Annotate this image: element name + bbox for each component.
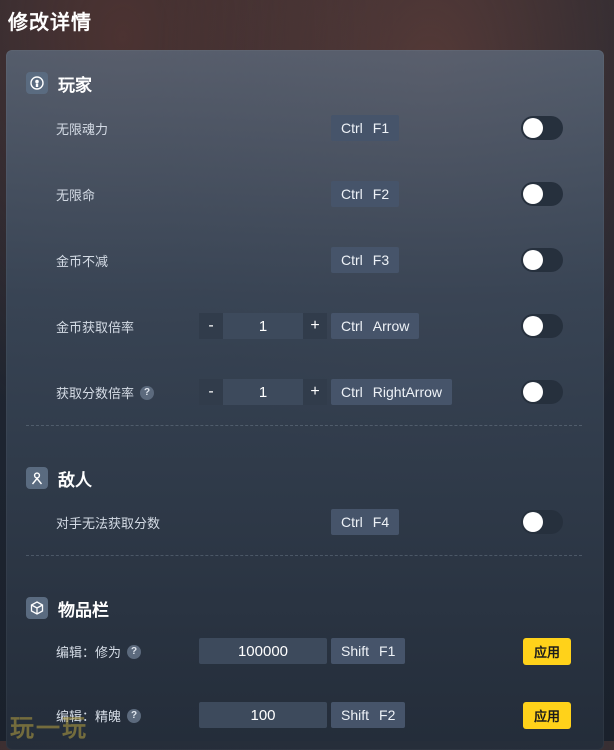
hotkey-badge[interactable]: Ctrl RightArrow bbox=[331, 379, 453, 405]
toggle-switch[interactable] bbox=[521, 116, 563, 140]
section-header-player: 玩家 bbox=[26, 71, 92, 95]
toggle-knob bbox=[523, 184, 543, 204]
toggle-knob bbox=[523, 118, 543, 138]
row-label-text: 编辑：修为 bbox=[56, 645, 122, 660]
hotkey-key: F3 bbox=[372, 252, 390, 268]
row-label: 无限魂力 bbox=[56, 122, 109, 137]
hotkey-modifier: Ctrl bbox=[341, 120, 363, 136]
hotkey-badge[interactable]: Ctrl F3 bbox=[331, 247, 400, 273]
hotkey-modifier: Shift bbox=[341, 643, 370, 659]
row-label: 对手无法获取分数 bbox=[56, 516, 161, 531]
details-panel: 玩家 无限魂力 Ctrl F1 无限命 Ctrl F2 金币不减 Ctrl F3… bbox=[6, 50, 604, 750]
toggle-knob bbox=[523, 512, 543, 532]
toggle-switch[interactable] bbox=[521, 510, 563, 534]
hotkey-badge[interactable]: Shift F2 bbox=[331, 702, 406, 728]
hotkey-badge[interactable]: Shift F1 bbox=[331, 638, 406, 664]
cheat-row-gold-no-decrease: 金币不减 Ctrl F3 bbox=[6, 247, 604, 273]
hotkey-modifier: Ctrl bbox=[341, 514, 363, 530]
toggle-knob bbox=[523, 382, 543, 402]
hotkey-key: F4 bbox=[372, 514, 390, 530]
edit-row-essence: 编辑：精魄 ? 100 Shift F2 应用 bbox=[6, 702, 604, 729]
hotkey-modifier: Shift bbox=[341, 707, 370, 723]
row-label: 金币获取倍率 bbox=[56, 320, 135, 335]
decrement-button[interactable]: - bbox=[199, 313, 223, 339]
hotkey-modifier: Ctrl bbox=[341, 252, 363, 268]
cheat-row-infinite-soul: 无限魂力 Ctrl F1 bbox=[6, 115, 604, 141]
section-divider bbox=[26, 425, 582, 426]
hotkey-key: Arrow bbox=[372, 318, 410, 334]
value-input[interactable]: 100 bbox=[199, 702, 327, 728]
toggle-switch[interactable] bbox=[521, 248, 563, 272]
section-title-player: 玩家 bbox=[58, 75, 92, 95]
help-icon[interactable]: ? bbox=[140, 385, 155, 400]
cheat-row-score-multiplier: 获取分数倍率 ? - 1 + Ctrl RightArrow bbox=[6, 379, 604, 405]
hotkey-badge[interactable]: Ctrl Arrow bbox=[331, 313, 420, 339]
cheat-row-opponent-no-score: 对手无法获取分数 Ctrl F4 bbox=[6, 509, 604, 535]
value-input[interactable]: 100000 bbox=[199, 638, 327, 664]
section-header-enemy: 敌人 bbox=[26, 466, 92, 490]
hotkey-key: F1 bbox=[379, 643, 396, 659]
help-icon[interactable]: ? bbox=[127, 708, 142, 723]
hotkey-modifier: Ctrl bbox=[341, 384, 363, 400]
increment-button[interactable]: + bbox=[303, 313, 327, 339]
hotkey-key: F2 bbox=[379, 707, 396, 723]
enemy-icon bbox=[26, 467, 48, 489]
stepper-value[interactable]: 1 bbox=[223, 379, 303, 405]
apply-button[interactable]: 应用 bbox=[523, 638, 571, 665]
section-title-inventory: 物品栏 bbox=[58, 600, 109, 620]
toggle-knob bbox=[523, 316, 543, 336]
row-label: 无限命 bbox=[56, 188, 96, 203]
toggle-switch[interactable] bbox=[521, 314, 563, 338]
multiplier-stepper: - 1 + bbox=[199, 379, 327, 405]
hotkey-modifier: Ctrl bbox=[341, 186, 363, 202]
player-icon bbox=[26, 72, 48, 94]
cheat-row-infinite-lives: 无限命 Ctrl F2 bbox=[6, 181, 604, 207]
hotkey-key: RightArrow bbox=[372, 384, 443, 400]
edit-row-cultivation: 编辑：修为 ? 100000 Shift F1 应用 bbox=[6, 638, 604, 665]
row-label: 金币不减 bbox=[56, 254, 109, 269]
row-label: 获取分数倍率 ? bbox=[56, 383, 155, 402]
increment-button[interactable]: + bbox=[303, 379, 327, 405]
row-label-text: 获取分数倍率 bbox=[56, 386, 135, 401]
hotkey-key: F1 bbox=[372, 120, 390, 136]
row-label: 编辑：修为 ? bbox=[56, 642, 142, 661]
box-icon bbox=[26, 597, 48, 619]
multiplier-stepper: - 1 + bbox=[199, 313, 327, 339]
toggle-switch[interactable] bbox=[521, 182, 563, 206]
decrement-button[interactable]: - bbox=[199, 379, 223, 405]
section-header-inventory: 物品栏 bbox=[26, 596, 109, 620]
cheat-row-gold-multiplier: 金币获取倍率 - 1 + Ctrl Arrow bbox=[6, 313, 604, 339]
section-divider bbox=[26, 555, 582, 556]
hotkey-modifier: Ctrl bbox=[341, 318, 363, 334]
help-icon[interactable]: ? bbox=[127, 644, 142, 659]
apply-button[interactable]: 应用 bbox=[523, 702, 571, 729]
toggle-switch[interactable] bbox=[521, 380, 563, 404]
toggle-knob bbox=[523, 250, 543, 270]
hotkey-badge[interactable]: Ctrl F4 bbox=[331, 509, 400, 535]
watermark-logo: 玩一玩 bbox=[10, 715, 88, 742]
stepper-value[interactable]: 1 bbox=[223, 313, 303, 339]
hotkey-key: F2 bbox=[372, 186, 390, 202]
section-title-enemy: 敌人 bbox=[58, 470, 92, 490]
hotkey-badge[interactable]: Ctrl F2 bbox=[331, 181, 400, 207]
hotkey-badge[interactable]: Ctrl F1 bbox=[331, 115, 400, 141]
page-title: 修改详情 bbox=[8, 12, 92, 34]
